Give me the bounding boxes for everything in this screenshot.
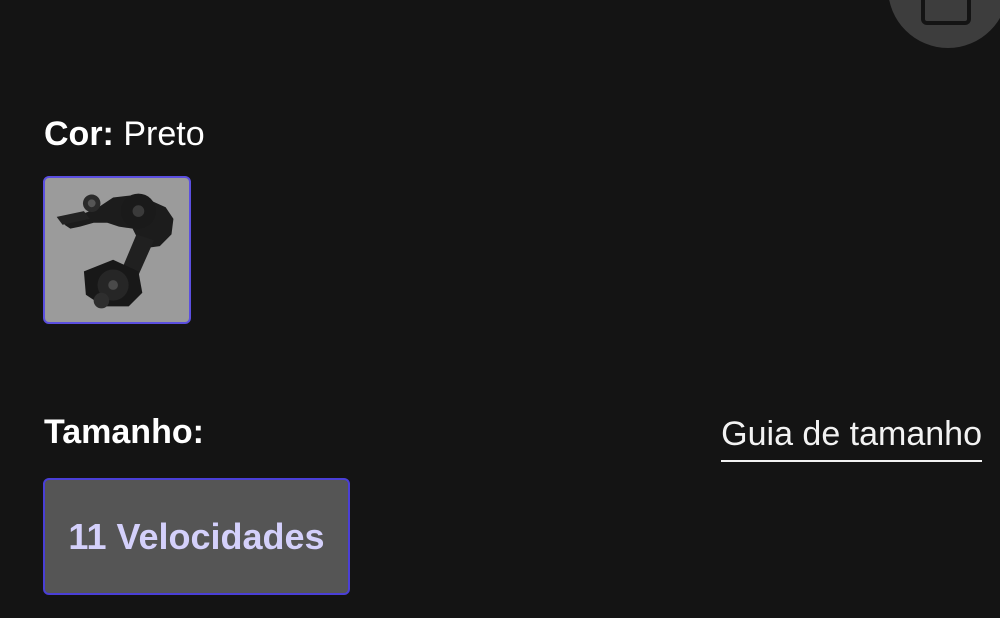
size-heading: Tamanho: [44,413,204,451]
color-value: Preto [123,115,205,153]
color-heading: Cor: Preto [44,112,205,156]
size-guide-link[interactable]: Guia de tamanho [721,412,982,462]
color-swatch-preto[interactable] [43,176,191,324]
box-icon [921,0,971,25]
size-option-label: 11 Velocidades [68,515,325,557]
size-option-11-speed[interactable]: 11 Velocidades [43,478,350,595]
color-label: Cor: [44,115,114,153]
rear-derailleur-image [56,193,174,309]
top-action-button[interactable] [888,0,1000,48]
